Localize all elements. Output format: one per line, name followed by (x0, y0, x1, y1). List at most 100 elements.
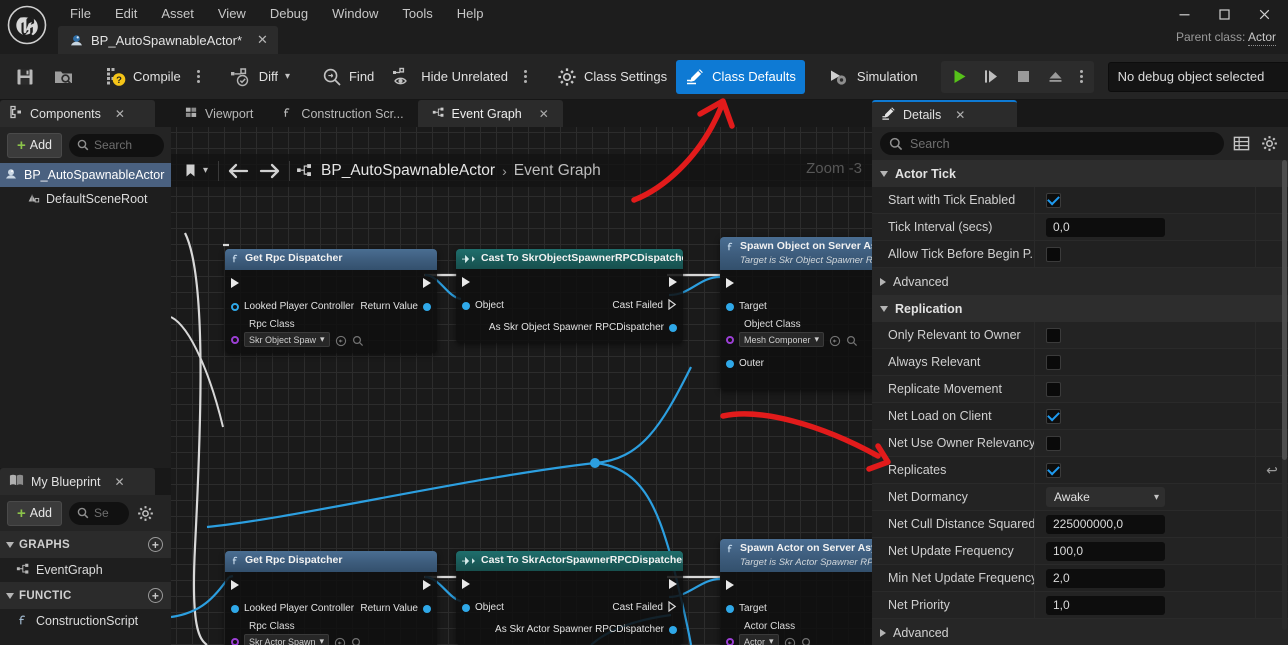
compile-options-kebab-icon[interactable] (190, 70, 207, 83)
exec-in-pin[interactable] (231, 277, 239, 288)
exec-in-pin[interactable] (462, 578, 470, 589)
menu-edit[interactable]: Edit (103, 2, 149, 26)
search-icon[interactable] (801, 636, 813, 645)
allow-tick-before-begin-play-checkbox[interactable] (1046, 246, 1061, 262)
maximize-icon[interactable] (1204, 0, 1244, 28)
net-cull-distance-squared-field[interactable]: 225000000,0 (1046, 514, 1165, 534)
find-button[interactable]: Find (313, 60, 383, 94)
minimize-icon[interactable] (1164, 0, 1204, 28)
only-relevant-to-owner-checkbox[interactable] (1046, 327, 1061, 343)
step-button[interactable] (977, 63, 1007, 91)
menu-file[interactable]: File (58, 2, 103, 26)
class-defaults-button[interactable]: Class Defaults (676, 59, 805, 94)
tick-interval-field[interactable]: 0,0 (1046, 217, 1165, 237)
stop-button[interactable] (1009, 63, 1039, 91)
my-blueprint-item-constructionscript[interactable]: ConstructionScript (0, 609, 171, 633)
component-item-bp-autospawnableactor[interactable]: BP_AutoSpawnableActor (0, 163, 171, 187)
rpc-class-dropdown[interactable]: Skr Actor Spawn ▾ (244, 634, 330, 645)
my-blueprint-section-graphs[interactable]: GRAPHS + (0, 531, 171, 558)
browse-back-icon[interactable] (784, 636, 796, 645)
compile-button[interactable]: ? Compile (97, 60, 190, 94)
browse-asset-button[interactable] (44, 60, 83, 94)
class-pin-icon[interactable] (231, 637, 239, 645)
tab-close-icon[interactable]: ✕ (539, 107, 549, 121)
transport-options-kebab-icon[interactable] (1073, 70, 1090, 83)
menu-tools[interactable]: Tools (390, 2, 444, 26)
node-cast-to-skrobjectspawnerrpcdispatcher[interactable]: Cast To SkrObjectSpawnerRPCDispatcher Ob… (456, 249, 683, 343)
play-button[interactable] (945, 63, 975, 91)
diff-button[interactable]: Diff ▾ (221, 60, 299, 94)
unreal-engine-logo-icon[interactable] (2, 0, 52, 50)
input-pin-icon[interactable] (462, 603, 470, 612)
components-search-input[interactable]: Search (69, 133, 164, 157)
breadcrumb-root[interactable]: BP_AutoSpawnableActor (321, 162, 495, 180)
class-pin-icon[interactable] (726, 335, 734, 344)
debug-object-selector[interactable]: No debug object selected ▾ (1107, 61, 1288, 92)
save-button[interactable] (6, 60, 44, 94)
details-search-input[interactable]: Search (880, 132, 1224, 155)
exec-in-pin[interactable] (231, 579, 239, 590)
menu-asset[interactable]: Asset (149, 2, 206, 26)
actor-class-dropdown[interactable]: Actor ▾ (739, 634, 779, 645)
details-category-actor-tick[interactable]: Actor Tick (872, 160, 1288, 187)
my-blueprint-search-input[interactable]: Se (69, 501, 130, 525)
revert-to-default-icon[interactable]: ↩ (1266, 462, 1278, 479)
my-blueprint-add-button[interactable]: + Add (7, 500, 63, 526)
replicate-movement-checkbox[interactable] (1046, 381, 1061, 397)
bookmark-icon[interactable] (177, 159, 203, 183)
details-scrollbar[interactable] (1282, 160, 1287, 630)
net-update-frequency-field[interactable]: 100,0 (1046, 541, 1165, 561)
tab-components[interactable]: Components ✕ (0, 100, 155, 127)
components-tab-close-icon[interactable]: ✕ (115, 107, 125, 121)
search-icon[interactable] (351, 636, 363, 645)
navigate-back-icon[interactable] (225, 159, 251, 183)
input-pin-icon[interactable] (231, 302, 239, 311)
parent-class-link[interactable]: Actor (1247, 30, 1276, 46)
navigate-forward-icon[interactable] (257, 159, 283, 183)
tab-construction-script[interactable]: Construction Scr... (267, 100, 417, 127)
browse-back-icon[interactable] (829, 334, 841, 346)
input-pin-icon[interactable] (726, 604, 734, 613)
class-pin-icon[interactable] (726, 637, 734, 645)
details-scrollbar-thumb[interactable] (1282, 160, 1287, 460)
details-grid-view-icon[interactable] (1230, 135, 1252, 152)
node-spawn-object-on-server-async[interactable]: Spawn Object on Server Async Target is S… (720, 237, 872, 390)
exec-out-pin[interactable] (669, 578, 677, 589)
tab-details[interactable]: Details ✕ (872, 100, 1017, 127)
node-cast-to-skractorspawnerrpcdispatcher[interactable]: Cast To SkrActorSpawnerRPCDispatcher Obj… (456, 551, 683, 645)
document-tab-bp-autospawnableactor[interactable]: BP_AutoSpawnableActor* ✕ (58, 26, 278, 54)
add-function-icon[interactable]: + (148, 588, 163, 603)
net-use-owner-relevancy-checkbox[interactable] (1046, 435, 1061, 451)
eject-button[interactable] (1041, 63, 1071, 91)
min-net-update-frequency-field[interactable]: 2,0 (1046, 568, 1165, 588)
always-relevant-checkbox[interactable] (1046, 354, 1061, 370)
exec-out-pin-hollow[interactable] (668, 298, 677, 313)
browse-back-icon[interactable] (334, 636, 346, 645)
exec-in-pin[interactable] (726, 579, 734, 590)
component-item-defaultsceneroot[interactable]: DefaultSceneRoot (0, 187, 171, 211)
details-tab-close-icon[interactable]: ✕ (955, 108, 965, 122)
input-pin-icon[interactable] (462, 301, 470, 310)
my-blueprint-item-eventgraph[interactable]: EventGraph (0, 558, 171, 582)
node-get-rpc-dispatcher-object[interactable]: Get Rpc Dispatcher Looked Player Control… (225, 249, 437, 353)
exec-out-pin[interactable] (669, 276, 677, 287)
input-pin-icon[interactable] (231, 604, 239, 613)
chevron-down-icon[interactable]: ▾ (203, 165, 208, 176)
menu-window[interactable]: Window (320, 2, 390, 26)
input-pin-icon[interactable] (726, 302, 734, 311)
node-get-rpc-dispatcher-actor[interactable]: Get Rpc Dispatcher Looked Player Control… (225, 551, 437, 645)
tab-viewport[interactable]: Viewport (171, 100, 267, 127)
menu-debug[interactable]: Debug (258, 2, 320, 26)
details-category-advanced-replication[interactable]: Advanced (872, 619, 1288, 645)
details-category-advanced-tick[interactable]: Advanced (872, 268, 1288, 295)
exec-in-pin[interactable] (726, 277, 734, 288)
exec-out-pin[interactable] (423, 277, 431, 288)
input-pin-icon[interactable] (726, 359, 734, 368)
my-blueprint-settings-gear-icon[interactable] (136, 504, 154, 522)
replicates-checkbox[interactable] (1046, 462, 1061, 478)
search-icon[interactable] (352, 334, 364, 346)
document-tab-close-icon[interactable]: ✕ (257, 32, 268, 48)
output-pin-icon[interactable] (669, 625, 677, 634)
output-pin-icon[interactable] (423, 302, 431, 311)
exec-out-pin[interactable] (423, 579, 431, 590)
